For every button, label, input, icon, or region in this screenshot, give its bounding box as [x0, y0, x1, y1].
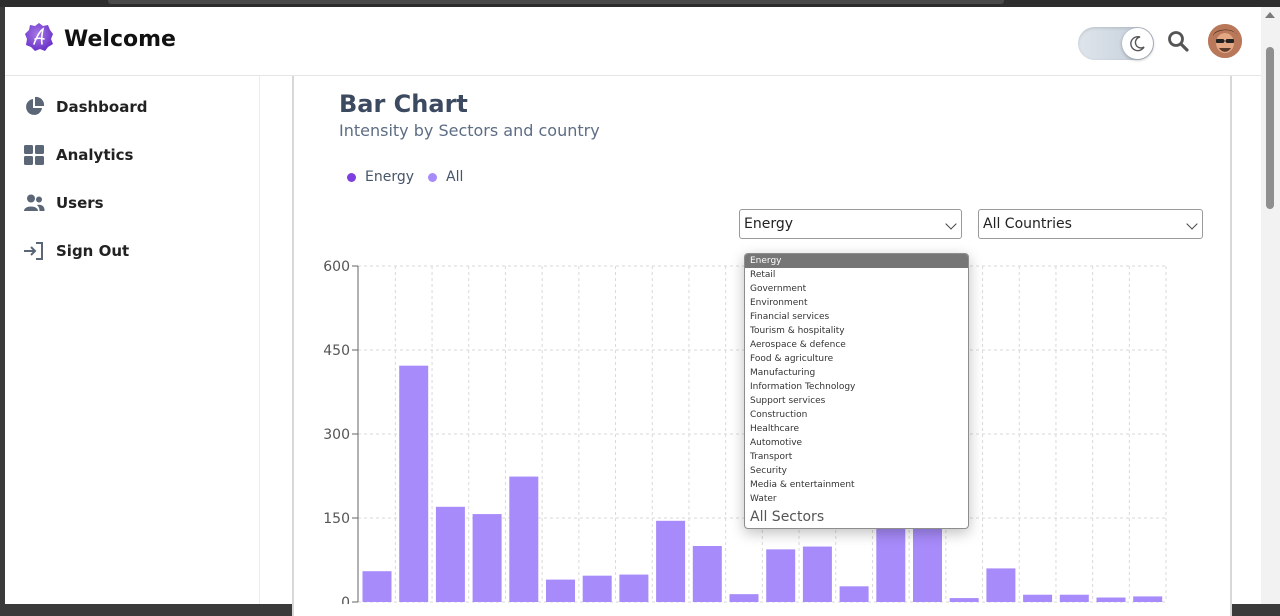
bar[interactable] — [619, 574, 649, 602]
app-window: Welcome Dashboard Analytics Users Sign O… — [5, 7, 1261, 616]
bar[interactable] — [1059, 594, 1089, 602]
y-tick-label: 150 — [323, 511, 350, 527]
dropdown-option[interactable]: Government — [745, 282, 968, 296]
dropdown-option[interactable]: Energy — [745, 254, 968, 268]
bar[interactable] — [1133, 596, 1163, 602]
dropdown-option[interactable]: Environment — [745, 296, 968, 310]
dropdown-option[interactable]: Security — [745, 464, 968, 478]
dropdown-option[interactable]: Aerospace & defence — [745, 338, 968, 352]
bar[interactable] — [876, 518, 906, 602]
dropdown-option[interactable]: All Sectors — [745, 506, 968, 528]
y-tick-label: 300 — [323, 427, 350, 443]
y-tick-label: 0 — [341, 595, 350, 604]
bar[interactable] — [435, 506, 465, 602]
bar[interactable] — [472, 514, 502, 602]
sector-dropdown-list[interactable]: Energy Retail Government Environment Financi… — [744, 253, 969, 529]
dropdown-option[interactable]: Information Technology — [745, 380, 968, 394]
bar[interactable] — [729, 594, 759, 602]
scrollbar-thumb[interactable] — [1266, 47, 1274, 209]
dropdown-option[interactable]: Tourism & hospitality — [745, 324, 968, 338]
bar[interactable] — [399, 365, 429, 602]
dropdown-option[interactable]: Automotive — [745, 436, 968, 450]
bar[interactable] — [582, 575, 612, 602]
bar[interactable] — [802, 546, 832, 602]
bar[interactable] — [546, 579, 575, 602]
bar[interactable] — [949, 598, 979, 602]
dropdown-option[interactable]: Financial services — [745, 310, 968, 324]
bar[interactable] — [362, 571, 392, 602]
dropdown-option[interactable]: Retail — [745, 268, 968, 282]
bar[interactable] — [509, 476, 539, 602]
bar[interactable] — [692, 546, 722, 602]
bar[interactable] — [986, 568, 1016, 602]
bar[interactable] — [766, 549, 796, 602]
bar-chart: 600 450 300 150 0 — [323, 259, 1167, 604]
scrollbar[interactable] — [1261, 7, 1280, 604]
chart-axes: 600 450 300 150 0 — [323, 259, 359, 604]
scroll-up-arrow-icon[interactable] — [1265, 12, 1275, 18]
y-tick-label: 600 — [323, 259, 350, 275]
dropdown-option[interactable]: Construction — [745, 408, 968, 422]
bar[interactable] — [1096, 597, 1126, 602]
dropdown-option[interactable]: Media & entertainment — [745, 478, 968, 492]
dropdown-option[interactable]: Support services — [745, 394, 968, 408]
bar[interactable] — [913, 518, 942, 602]
dropdown-option[interactable]: Manufacturing — [745, 366, 968, 380]
bar[interactable] — [656, 520, 686, 602]
bar[interactable] — [839, 586, 869, 602]
bar[interactable] — [1023, 594, 1053, 602]
y-tick-label: 450 — [323, 343, 350, 359]
dropdown-option[interactable]: Water — [745, 492, 968, 506]
dropdown-option[interactable]: Healthcare — [745, 422, 968, 436]
browser-top-edge — [0, 0, 1280, 7]
window-frame — [108, 0, 1004, 4]
dropdown-option[interactable]: Food & agriculture — [745, 352, 968, 366]
dropdown-option[interactable]: Transport — [745, 450, 968, 464]
